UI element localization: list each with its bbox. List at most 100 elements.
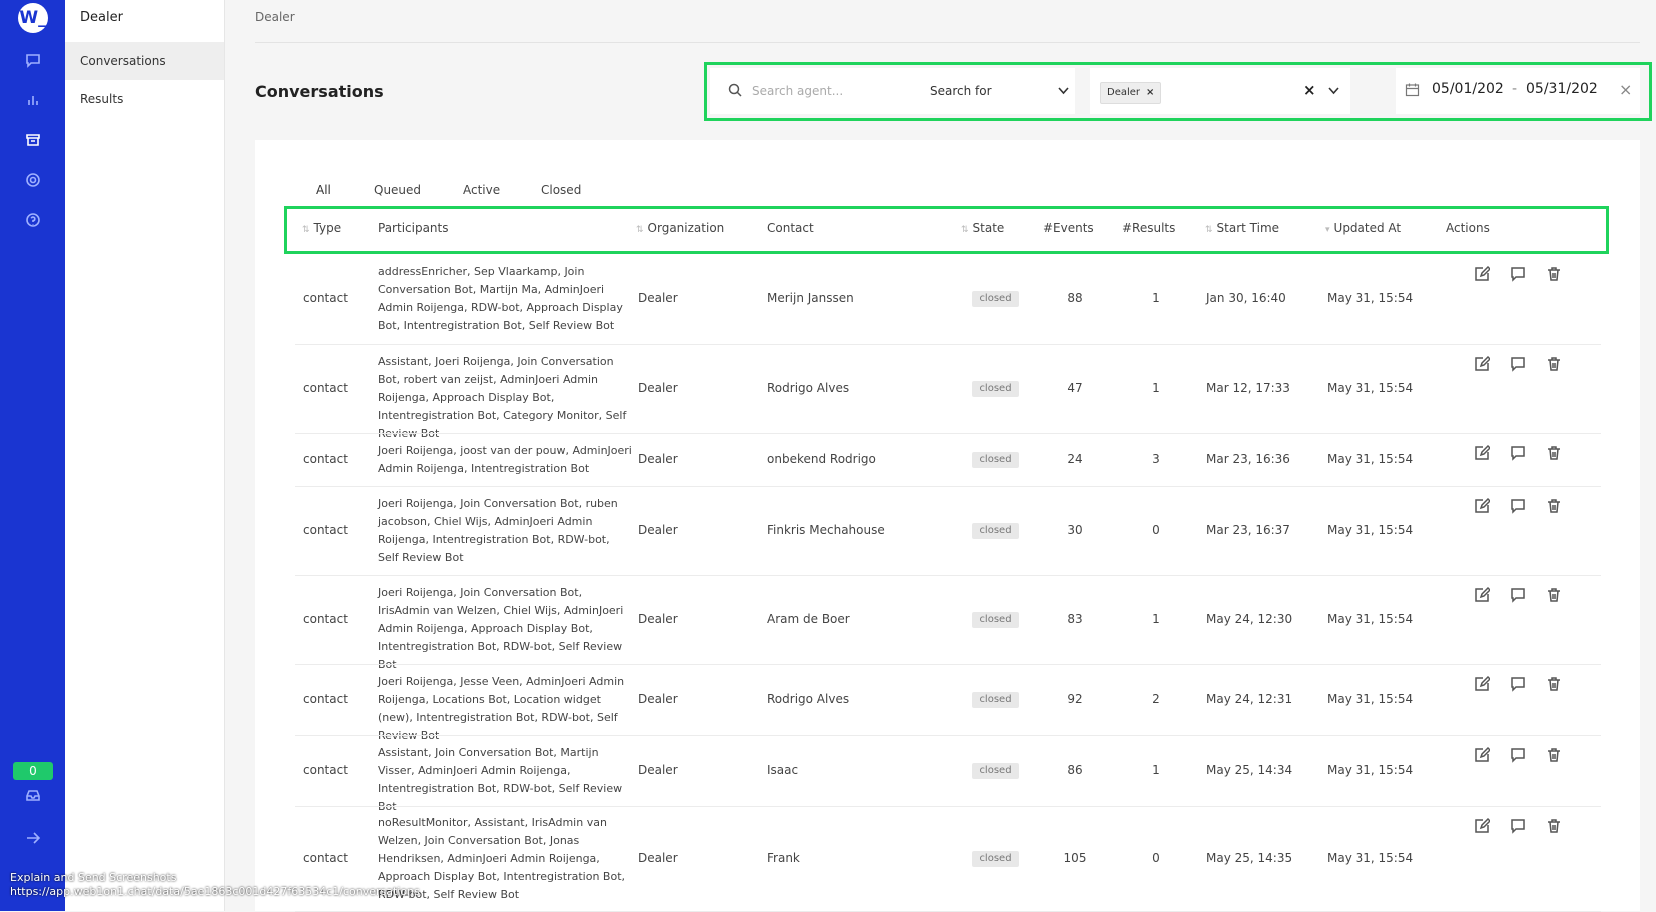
cell-results: 0 — [1152, 850, 1160, 865]
row-divider — [295, 575, 1601, 576]
cell-type: contact — [303, 291, 348, 305]
breadcrumb[interactable]: Dealer — [255, 10, 295, 24]
search-input[interactable]: Search agent... — [752, 84, 843, 98]
cell-results: 1 — [1152, 291, 1160, 305]
column-header-results[interactable]: #Results — [1122, 221, 1175, 235]
overlay-url: https://app.web1on1.chat/data/5ae1863c00… — [10, 885, 420, 898]
inbox-icon[interactable] — [22, 784, 44, 806]
cell-contact[interactable]: onbekend Rodrigo — [767, 452, 876, 466]
cell-start-time: May 25, 14:34 — [1206, 762, 1293, 777]
gear-icon[interactable] — [22, 169, 44, 191]
cell-contact[interactable]: Merijn Janssen — [767, 291, 854, 305]
chat-icon[interactable] — [1510, 356, 1528, 374]
cell-organization: Dealer — [638, 522, 678, 537]
cell-contact[interactable]: Finkris Mechahouse — [767, 523, 885, 537]
cell-type: contact — [303, 850, 348, 865]
date-clear-icon[interactable]: × — [1619, 80, 1632, 99]
cell-updated-at: May 31, 15:54 — [1327, 762, 1414, 777]
cell-updated-at: May 31, 15:54 — [1327, 691, 1414, 706]
chat-icon[interactable] — [1510, 498, 1528, 516]
cell-participants: Joeri Roijenga, Join Conversation Bot, I… — [378, 585, 624, 671]
column-header-events[interactable]: #Events — [1043, 221, 1094, 235]
trash-icon[interactable] — [1546, 445, 1564, 463]
chat-icon[interactable] — [1510, 587, 1528, 605]
cell-organization: Dealer — [638, 611, 678, 626]
trash-icon[interactable] — [1546, 747, 1564, 765]
column-header-type[interactable]: ⇅ Type — [302, 221, 341, 235]
chip-remove-icon[interactable]: × — [1146, 87, 1154, 98]
tab-queued[interactable]: Queued — [374, 183, 421, 197]
app-logo[interactable]: W_ — [18, 3, 48, 33]
cell-results: 3 — [1152, 451, 1160, 466]
date-start-input[interactable]: 05/01/202 — [1432, 81, 1504, 97]
cell-events: 88 — [1067, 291, 1083, 305]
cell-events: 105 — [1063, 850, 1087, 865]
column-header-start-time[interactable]: ⇅ Start Time — [1205, 221, 1279, 235]
cell-results: 2 — [1152, 691, 1160, 706]
chat-icon[interactable] — [1510, 676, 1528, 694]
status-badge: closed — [972, 850, 1019, 867]
sidebar-title: Dealer — [80, 10, 123, 25]
chat-icon[interactable] — [22, 49, 44, 71]
trash-icon[interactable] — [1546, 818, 1564, 836]
cell-organization: Dealer — [638, 380, 678, 395]
chat-icon[interactable] — [1510, 818, 1528, 836]
column-header-contact[interactable]: Contact — [767, 221, 814, 235]
tab-active[interactable]: Active — [463, 183, 500, 197]
date-end-input[interactable]: 05/31/202 — [1526, 81, 1598, 97]
chat-icon[interactable] — [1510, 445, 1528, 463]
status-badge: closed — [972, 380, 1019, 397]
column-header-organization[interactable]: ⇅ Organization — [636, 221, 724, 235]
cell-contact[interactable]: Isaac — [767, 763, 798, 777]
search-icon — [728, 83, 742, 97]
cell-updated-at: May 31, 15:54 — [1327, 522, 1414, 537]
cell-participants: Assistant, Join Conversation Bot, Martij… — [378, 745, 623, 813]
help-icon[interactable] — [22, 209, 44, 231]
filter-chip-dealer[interactable]: Dealer × — [1100, 82, 1162, 104]
cell-type: contact — [303, 380, 348, 395]
cell-start-time: Mar 12, 17:33 — [1206, 380, 1290, 395]
trash-icon[interactable] — [1546, 587, 1564, 605]
edit-icon[interactable] — [1474, 355, 1492, 374]
edit-icon[interactable] — [1474, 265, 1492, 284]
search-for-label[interactable]: Search for — [930, 84, 992, 98]
status-badge: closed — [972, 451, 1019, 468]
arrow-right-icon[interactable] — [22, 827, 44, 849]
edit-icon[interactable] — [1474, 746, 1492, 765]
trash-icon[interactable] — [1546, 498, 1564, 516]
trash-icon[interactable] — [1546, 356, 1564, 374]
status-badge: closed — [972, 691, 1019, 708]
edit-icon[interactable] — [1474, 497, 1492, 516]
cell-updated-at: May 31, 15:54 — [1327, 291, 1414, 305]
cell-contact[interactable]: Rodrigo Alves — [767, 381, 849, 395]
extension-overlay: Explain and Send Screenshots https://app… — [10, 871, 420, 899]
archive-icon[interactable] — [22, 129, 44, 151]
trash-icon[interactable] — [1546, 676, 1564, 694]
chat-icon[interactable] — [1510, 266, 1528, 284]
edit-icon[interactable] — [1474, 817, 1492, 836]
column-header-updated-at[interactable]: ▾ Updated At — [1325, 221, 1401, 235]
trash-icon[interactable] — [1546, 266, 1564, 284]
cell-start-time: May 24, 12:31 — [1206, 691, 1293, 706]
column-header-participants[interactable]: Participants — [378, 221, 449, 235]
edit-icon[interactable] — [1474, 675, 1492, 694]
unread-count-badge[interactable]: 0 — [13, 762, 53, 780]
chart-icon[interactable] — [22, 89, 44, 111]
chat-icon[interactable] — [1510, 747, 1528, 765]
chevron-down-icon[interactable] — [1328, 87, 1339, 95]
status-badge: closed — [972, 611, 1019, 628]
sidebar-item-results[interactable]: Results — [65, 80, 224, 118]
clear-icon[interactable]: × — [1303, 81, 1316, 99]
sidebar-item-conversations[interactable]: Conversations — [65, 42, 224, 80]
tab-closed[interactable]: Closed — [541, 183, 581, 197]
table-header-highlight — [284, 206, 1609, 254]
cell-contact[interactable]: Frank — [767, 851, 800, 865]
edit-icon[interactable] — [1474, 586, 1492, 605]
cell-contact[interactable]: Rodrigo Alves — [767, 692, 849, 706]
cell-contact[interactable]: Aram de Boer — [767, 612, 850, 626]
chevron-down-icon[interactable] — [1058, 87, 1069, 95]
tab-all[interactable]: All — [316, 183, 331, 197]
edit-icon[interactable] — [1474, 444, 1492, 463]
cell-updated-at: May 31, 15:54 — [1327, 850, 1414, 865]
column-header-state[interactable]: ⇅ State — [961, 221, 1004, 235]
